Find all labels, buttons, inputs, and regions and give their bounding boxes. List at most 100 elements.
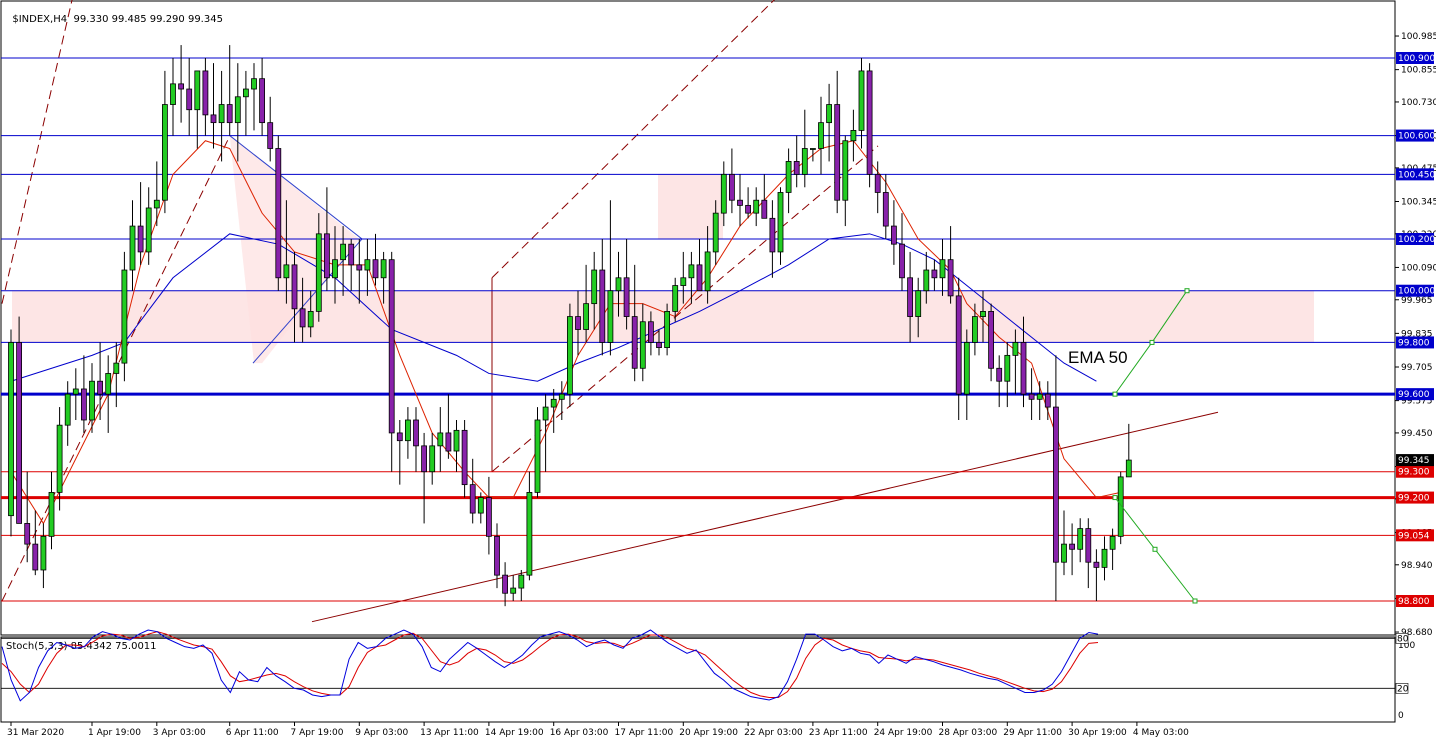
candle (380, 259, 387, 279)
candle (947, 259, 954, 297)
candle (1069, 543, 1075, 550)
candle (291, 264, 298, 310)
candle (534, 419, 541, 493)
candle (704, 251, 711, 292)
candle (656, 342, 662, 348)
time-label: 9 Apr 03:00 (355, 728, 408, 738)
candle (1004, 354, 1011, 382)
candle (737, 199, 743, 206)
candle (1061, 543, 1067, 563)
time-label: 31 Mar 2020 (7, 728, 64, 738)
level-tag-label: 99.800 (1398, 338, 1430, 348)
resistance-zone (12, 290, 1314, 343)
candle (170, 83, 176, 105)
candle (1077, 528, 1084, 550)
candle (1093, 561, 1100, 568)
candle (145, 207, 152, 253)
candle (64, 393, 71, 426)
candle (413, 419, 419, 447)
candle (712, 212, 719, 253)
candle (477, 497, 484, 514)
time-label: 3 Apr 03:00 (153, 728, 206, 738)
time-label: 6 Apr 11:00 (226, 728, 279, 738)
level-tag-label: 100.450 (1398, 170, 1435, 180)
price-tick-label: 100.090 (1401, 263, 1436, 273)
candle (866, 70, 873, 175)
candle (720, 173, 727, 214)
projection-point (1149, 339, 1155, 345)
price-tick-label: 98.940 (1401, 561, 1433, 571)
candle (340, 243, 347, 261)
candle (793, 161, 800, 175)
candle (137, 225, 144, 253)
candle (81, 388, 87, 421)
candle (826, 104, 832, 124)
candle (510, 587, 517, 594)
candle (251, 78, 257, 90)
candle (696, 264, 703, 292)
candle (996, 367, 1003, 382)
price-chart[interactable]: 100.985100.855100.730100.600100.475100.3… (0, 0, 1436, 743)
channel-line-upper-1 (1, 0, 73, 304)
candle (299, 308, 306, 328)
candle (769, 217, 776, 253)
candle (24, 523, 31, 545)
candle (323, 233, 330, 279)
channel-line-upper-2 (491, 0, 775, 279)
candle (801, 148, 808, 175)
time-label: 20 Apr 19:00 (679, 728, 738, 738)
candle (583, 303, 589, 330)
stoch-d-line (1, 631, 1099, 698)
candle (56, 424, 63, 493)
price-tick-label: 100.985 (1401, 32, 1436, 42)
candle (16, 342, 23, 524)
level-tag-label: 99.600 (1398, 390, 1430, 400)
candle (453, 429, 460, 452)
candle (178, 83, 185, 90)
stoch-axis-20: 20 (1397, 684, 1409, 694)
candle (97, 380, 103, 395)
candle (307, 310, 314, 328)
stoch-k-line (1, 629, 1099, 702)
candle (623, 277, 630, 317)
projection-point (1184, 288, 1190, 294)
candle (810, 148, 816, 150)
level-tag-label: 100.600 (1398, 132, 1435, 142)
candle (8, 342, 14, 517)
candle (591, 269, 598, 305)
candle (1028, 393, 1035, 400)
candle (680, 277, 687, 286)
candle (1020, 342, 1027, 395)
time-label: 1 Apr 19:00 (88, 728, 141, 738)
candle (988, 310, 994, 369)
time-label: 30 Apr 19:00 (1068, 728, 1127, 738)
candle (315, 233, 322, 312)
candle (48, 491, 55, 537)
candle (202, 70, 209, 116)
candle (461, 429, 468, 486)
price-tick-label: 99.705 (1401, 363, 1433, 373)
candle (615, 277, 622, 292)
candle (891, 225, 897, 245)
candle (761, 199, 768, 219)
candle (972, 316, 978, 343)
candle (372, 259, 379, 279)
candle (575, 316, 581, 330)
candle (672, 285, 679, 312)
candle (348, 243, 355, 266)
candle (421, 445, 428, 473)
candle (688, 264, 695, 279)
candle (485, 497, 492, 537)
candle (526, 491, 533, 576)
candle (631, 316, 638, 369)
candle (210, 114, 217, 124)
candle (332, 259, 338, 279)
candle (1044, 393, 1051, 408)
candle (105, 373, 112, 395)
candle (664, 310, 670, 348)
time-label: 24 Apr 19:00 (874, 728, 933, 738)
candle (777, 192, 784, 253)
candle (429, 445, 436, 473)
candle (153, 199, 160, 209)
candle (648, 321, 654, 343)
